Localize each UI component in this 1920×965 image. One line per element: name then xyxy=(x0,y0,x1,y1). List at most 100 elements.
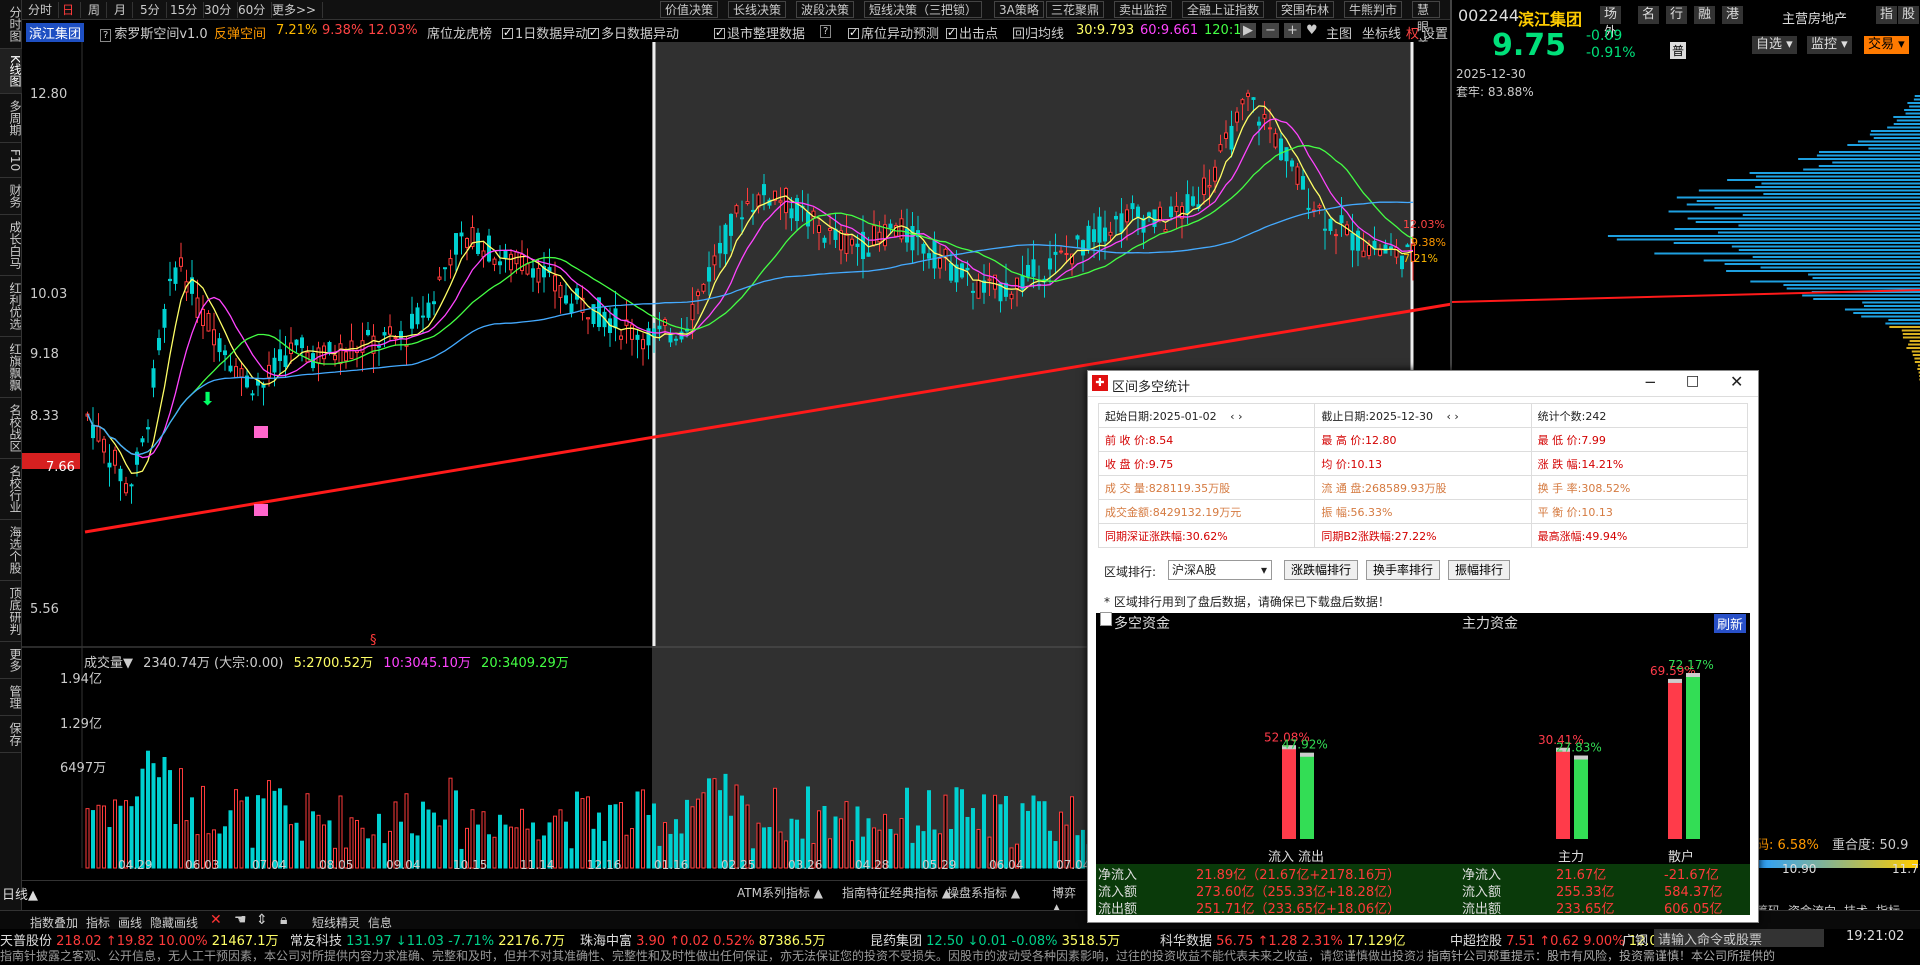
quote-tab[interactable]: 港 xyxy=(1722,6,1744,24)
stock-name-tag[interactable]: 滨江集团 xyxy=(26,23,85,42)
fund-row: 流出额 251.71亿（233.65亿+18.06亿） 流出额 233.65亿 606.… xyxy=(1096,898,1750,917)
stat-cell: 平 衡 价:10.13 xyxy=(1530,499,1749,524)
quote-tab[interactable]: 行 xyxy=(1666,6,1688,24)
watchlist-button[interactable]: 自选 ▾ xyxy=(1752,36,1797,54)
strategy-tab[interactable]: 短线决策（三把锁） xyxy=(864,1,983,18)
start-next-icon[interactable]: › xyxy=(1238,410,1242,423)
main-chart-button[interactable]: 主图 xyxy=(1326,23,1352,42)
date-tick: 11.14 xyxy=(520,858,555,872)
maximize-icon[interactable]: □ xyxy=(1686,373,1699,389)
check-delist[interactable]: 退市整理数据 xyxy=(714,23,805,42)
strategy-tab[interactable]: 波段决策 xyxy=(796,1,855,18)
indicator-name[interactable]: ? 索罗斯空间v1.0 xyxy=(100,23,208,42)
range-stats-dialog: ✚ 区间多空统计 − □ ✕ 起始日期:2025-01-02 ‹ › 截止日期:… xyxy=(1087,370,1759,923)
check-1day[interactable]: 1日数据异动 xyxy=(502,23,588,42)
rank-turnover-button[interactable]: 换手率排行 xyxy=(1366,560,1441,580)
left-tab[interactable]: 海选个股 xyxy=(0,520,22,582)
toolbar-item[interactable]: 画线 xyxy=(118,916,142,930)
nav-right-icon[interactable]: ▶ xyxy=(1240,23,1256,38)
stock-button[interactable]: 股 xyxy=(1898,6,1920,24)
zoom-out-icon[interactable]: − xyxy=(1262,23,1279,38)
start-prev-icon[interactable]: ‹ xyxy=(1230,410,1234,423)
heart-icon[interactable]: ♥ xyxy=(1306,23,1318,38)
hand-icon[interactable]: ☚ xyxy=(234,912,247,928)
note-text: * 区域排行用到了盘后数据，请确保已下载盘后数据！ xyxy=(1104,595,1390,609)
left-tab[interactable]: 管理 xyxy=(0,679,22,717)
period-tab[interactable]: 更多>> xyxy=(266,2,324,18)
rights-button[interactable]: 权 xyxy=(1406,23,1419,42)
check-multiday[interactable]: 多日数据异动 xyxy=(588,23,679,42)
indicator-tab-row: ATM系列指标 ▲ 指南特征经典指标 ▲ 操盘系指标 ▲ 博弈 ▲ xyxy=(22,880,1088,915)
left-tab[interactable]: 成长白马 xyxy=(0,215,22,277)
period-tab[interactable]: 日 xyxy=(56,2,82,18)
indicator-tab[interactable]: ATM系列指标 ▲ xyxy=(737,884,823,901)
toolbar-item[interactable]: 指标 xyxy=(86,916,110,930)
rank-amplitude-button[interactable]: 振幅排行 xyxy=(1448,560,1511,580)
disclaimer: 指南针披露之客观、公开信息，无人工干预因素，本公司对所提供内容力求准确、完整和及… xyxy=(0,947,1920,965)
left-tab[interactable]: 财务 xyxy=(0,178,22,216)
zoom-in-icon[interactable]: + xyxy=(1284,23,1301,38)
strategy-tab[interactable]: 突围布林 xyxy=(1276,1,1335,18)
strategy-tab[interactable]: 慧眼关注 xyxy=(1412,1,1440,68)
quote-tab[interactable]: 名 xyxy=(1638,6,1660,24)
axis-button[interactable]: 坐标线 xyxy=(1362,23,1401,42)
quote-tab[interactable]: 融 xyxy=(1694,6,1716,24)
lock-icon[interactable]: 🔒︎ xyxy=(280,912,287,928)
daily-selector[interactable]: 日线▲ xyxy=(2,884,38,903)
stat-cell: 收 盘 价:9.75 xyxy=(1097,451,1316,476)
left-tab[interactable]: 顶底研判 xyxy=(0,581,22,643)
doc-icon xyxy=(1100,612,1112,626)
toolbar-item[interactable]: 隐藏画线 xyxy=(150,916,198,930)
left-tab[interactable]: 名校战区 xyxy=(0,398,22,460)
period-tab[interactable]: 分时 xyxy=(22,2,60,18)
toolbar-item[interactable]: 信息 xyxy=(368,916,392,930)
strategy-tab[interactable]: 全融上证指数 xyxy=(1182,1,1265,18)
toolbar-item[interactable]: 短线精灵 xyxy=(312,916,360,930)
end-next-icon[interactable]: › xyxy=(1454,410,1458,423)
period-tab[interactable]: 月 xyxy=(108,2,134,18)
dragon-tiger-link[interactable]: 席位龙虎榜 xyxy=(427,23,492,42)
left-tab[interactable]: 名校行业 xyxy=(0,459,22,521)
strategy-tab[interactable]: 卖出监控 xyxy=(1114,1,1173,18)
strategy-tab[interactable]: 价值决策 xyxy=(660,1,719,18)
left-tab[interactable]: 红旗飘飘 xyxy=(0,337,22,399)
command-input[interactable]: 请输入命令或股票 xyxy=(1654,929,1824,948)
left-tab[interactable]: 红利优选 xyxy=(0,276,22,338)
help-icon[interactable]: ? xyxy=(820,25,832,38)
strategy-tab[interactable]: 三花聚鼎 xyxy=(1046,1,1105,18)
left-tab[interactable]: 分时图 xyxy=(0,0,22,49)
dialog-titlebar[interactable]: ✚ 区间多空统计 − □ ✕ xyxy=(1088,371,1758,397)
fund-bar xyxy=(1556,747,1570,839)
strategy-tab[interactable]: 长线决策 xyxy=(728,1,787,18)
quote-tab[interactable]: 场外 xyxy=(1600,6,1622,40)
minimize-icon[interactable]: − xyxy=(1644,373,1657,391)
left-tab[interactable]: 保存 xyxy=(0,716,22,754)
indicator-tab[interactable]: 指南特征经典指标 ▲ xyxy=(842,884,951,901)
delete-icon[interactable]: ✕ xyxy=(210,912,222,928)
left-tab[interactable]: 多周期 xyxy=(0,94,22,143)
index-button[interactable]: 指 xyxy=(1876,6,1898,24)
trade-button[interactable]: 交易 ▾ xyxy=(1864,36,1909,54)
monitor-button[interactable]: 监控 ▾ xyxy=(1807,36,1852,54)
left-tab[interactable]: K线图 xyxy=(0,49,22,94)
end-date[interactable]: 2025-12-30 xyxy=(1369,410,1433,423)
left-tab-bar: 分时图 K线图 多周期 F10 财务 成长白马 红利优选 红旗飘飘 名校战区 名校行业 海选个股 顶底… xyxy=(0,0,22,910)
move-icon[interactable]: ⇕ xyxy=(256,912,268,928)
indicator-tab[interactable]: 操盘系指标 ▲ xyxy=(947,884,1020,901)
strategy-tab[interactable]: 3A策略 xyxy=(994,1,1044,18)
end-prev-icon[interactable]: ‹ xyxy=(1446,410,1450,423)
left-tab[interactable]: 更多 xyxy=(0,642,22,680)
check-attack[interactable]: 出击点 xyxy=(946,23,998,42)
rebound-value-2: 9.38% xyxy=(322,23,364,38)
region-select[interactable]: 沪深A股 ▾ xyxy=(1168,560,1272,580)
toolbar-item[interactable]: 指数叠加 xyxy=(30,916,78,930)
settings-button[interactable]: 设置 xyxy=(1422,23,1448,42)
period-tab[interactable]: 5分 xyxy=(134,2,167,18)
strategy-tab[interactable]: 牛熊判市 xyxy=(1344,1,1403,18)
check-seat[interactable]: 席位异动预测 xyxy=(848,23,939,42)
rank-change-button[interactable]: 涨跌幅排行 xyxy=(1284,560,1359,580)
left-tab[interactable]: F10 xyxy=(0,143,22,179)
start-date[interactable]: 2025-01-02 xyxy=(1153,410,1217,423)
close-icon[interactable]: ✕ xyxy=(1730,372,1743,391)
period-tab[interactable]: 周 xyxy=(82,2,108,18)
